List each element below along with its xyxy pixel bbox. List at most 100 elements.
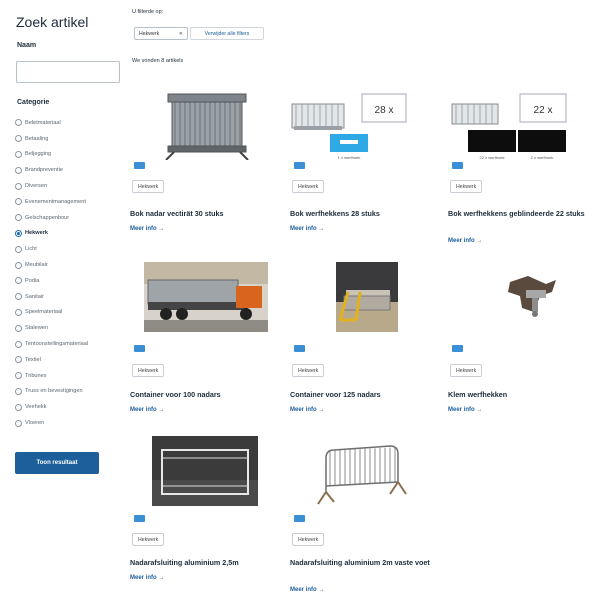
product-category-tag: Hekwerk <box>132 533 165 546</box>
product-title[interactable]: Bok nadar vectirät 30 stuks <box>130 208 280 219</box>
radio-button[interactable] <box>15 403 22 411</box>
category-option-label: Tentoonstellingsmateriaal <box>25 341 89 348</box>
sidebar-title: Zoek artikel <box>16 14 89 30</box>
radio-button[interactable] <box>15 182 22 190</box>
category-option-label: Truss en bevestigingen <box>25 388 83 395</box>
category-option[interactable]: Meubilair <box>15 257 123 273</box>
product-title[interactable]: Bok werfhekkens 28 stuks <box>290 208 440 219</box>
more-info-link[interactable]: Meer info → <box>290 587 324 593</box>
more-info-link[interactable]: Meer info → <box>448 238 482 244</box>
radio-button[interactable] <box>15 372 22 380</box>
radio-button[interactable] <box>15 245 22 253</box>
product-category-tag: Hekwerk <box>132 364 165 377</box>
qty-badge-text: 28 x <box>375 105 394 116</box>
results-count: We vonden 8 artikels <box>132 58 184 64</box>
product-title[interactable]: Bok werfhekkens geblindeerde 22 stuks <box>448 208 597 219</box>
category-option-label: Speelmateriaal <box>25 309 63 316</box>
category-option-label: Licht <box>25 246 37 253</box>
category-label: Categorie <box>17 99 50 106</box>
radio-button[interactable] <box>15 261 22 269</box>
product-image[interactable] <box>130 262 280 332</box>
category-option[interactable]: Veehekk <box>15 399 123 415</box>
product-category-tag: Hekwerk <box>450 364 483 377</box>
category-option[interactable]: Licht <box>15 241 123 257</box>
more-info-link[interactable]: Meer info → <box>448 407 482 413</box>
radio-button[interactable] <box>15 387 22 395</box>
radio-button[interactable] <box>15 198 22 206</box>
radio-button[interactable] <box>15 419 22 427</box>
product-category-tag: Hekwerk <box>450 180 483 193</box>
category-option-label: Veehekk <box>25 404 47 411</box>
category-option[interactable]: Speelmateriaal <box>15 305 123 321</box>
category-option[interactable]: Podia <box>15 273 123 289</box>
radio-button[interactable] <box>15 150 22 158</box>
category-option[interactable]: Hekwerk <box>15 226 123 242</box>
product-badge <box>452 162 463 169</box>
product-title[interactable]: Container voor 100 nadars <box>130 389 280 400</box>
clear-filters-button[interactable]: Verwijder alle filters <box>190 27 264 40</box>
category-option[interactable]: Textiel <box>15 352 123 368</box>
category-option[interactable]: Beletmateriaal <box>15 115 123 131</box>
product-title[interactable]: Klem werfhekken <box>448 389 597 400</box>
radio-button[interactable] <box>15 308 22 316</box>
product-image[interactable]: 22 x 22 x werfhoek 2 x werfhoek <box>448 90 597 160</box>
category-option[interactable]: Sanitair <box>15 289 123 305</box>
more-info-link[interactable]: Meer info → <box>130 575 164 581</box>
category-option[interactable]: Truss en bevestigingen <box>15 384 123 400</box>
product-badge <box>294 162 305 169</box>
close-icon[interactable]: ✕ <box>179 31 183 37</box>
product-category-tag: Hekwerk <box>132 180 165 193</box>
radio-button[interactable] <box>15 229 22 237</box>
product-image[interactable]: 28 x 1 x werfhoek <box>290 90 440 160</box>
svg-text:1 x werfhoek: 1 x werfhoek <box>338 155 361 160</box>
product-badge <box>294 345 305 352</box>
product-image[interactable] <box>130 436 280 506</box>
filter-chip-label: Hekwerk <box>139 30 160 37</box>
category-option[interactable]: Betaaling <box>15 131 123 147</box>
search-sidebar: Zoek artikel Naam Categorie Beletmateria… <box>0 0 125 603</box>
product-title[interactable]: Nadarafsluiting aluminium 2,5m <box>130 557 280 568</box>
radio-button[interactable] <box>15 324 22 332</box>
product-image[interactable] <box>290 436 440 506</box>
product-category-tag: Hekwerk <box>292 364 325 377</box>
category-option-label: Beljegging <box>25 151 52 158</box>
product-badge <box>134 515 145 522</box>
category-option[interactable]: Gelschappenbour <box>15 210 123 226</box>
category-option[interactable]: Brandpreventie <box>15 162 123 178</box>
product-title[interactable]: Container voor 125 nadars <box>290 389 440 400</box>
category-option[interactable]: Diversen <box>15 178 123 194</box>
radio-button[interactable] <box>15 277 22 285</box>
radio-button[interactable] <box>15 119 22 127</box>
category-option[interactable]: Tribunes <box>15 368 123 384</box>
more-info-link[interactable]: Meer info → <box>130 226 164 232</box>
category-option-label: Vloeren <box>25 420 45 427</box>
category-option[interactable]: Stalewen <box>15 320 123 336</box>
more-info-link[interactable]: Meer info → <box>130 407 164 413</box>
category-option-label: Tribunes <box>25 372 47 379</box>
product-title[interactable]: Nadarafsluiting aluminium 2m vaste voet <box>290 557 440 568</box>
radio-button[interactable] <box>15 214 22 222</box>
category-option[interactable]: Tentoonstellingsmateriaal <box>15 336 123 352</box>
category-option-label: Diversen <box>25 183 48 190</box>
radio-button[interactable] <box>15 340 22 348</box>
radio-button[interactable] <box>15 356 22 364</box>
product-image[interactable] <box>448 262 597 332</box>
category-option[interactable]: Beljegging <box>15 147 123 163</box>
category-option[interactable]: Vloeren <box>15 415 123 431</box>
radio-button[interactable] <box>15 293 22 301</box>
show-results-button[interactable]: Toon resultaat <box>15 452 99 474</box>
product-image[interactable] <box>290 262 440 332</box>
filter-chip-hekwerk[interactable]: Hekwerk ✕ <box>134 27 188 40</box>
product-badge <box>134 162 145 169</box>
svg-text:22 x: 22 x <box>534 105 553 116</box>
more-info-link[interactable]: Meer info → <box>290 226 324 232</box>
product-category-tag: Hekwerk <box>292 180 325 193</box>
radio-button[interactable] <box>15 135 22 143</box>
name-search-input[interactable] <box>16 61 120 83</box>
more-info-link[interactable]: Meer info → <box>290 407 324 413</box>
radio-button[interactable] <box>15 166 22 174</box>
product-image[interactable] <box>130 90 280 161</box>
category-option[interactable]: Evenementmanagement <box>15 194 123 210</box>
category-option-label: Beletmateriaal <box>25 119 61 126</box>
category-option-label: Hekwerk <box>25 230 49 237</box>
